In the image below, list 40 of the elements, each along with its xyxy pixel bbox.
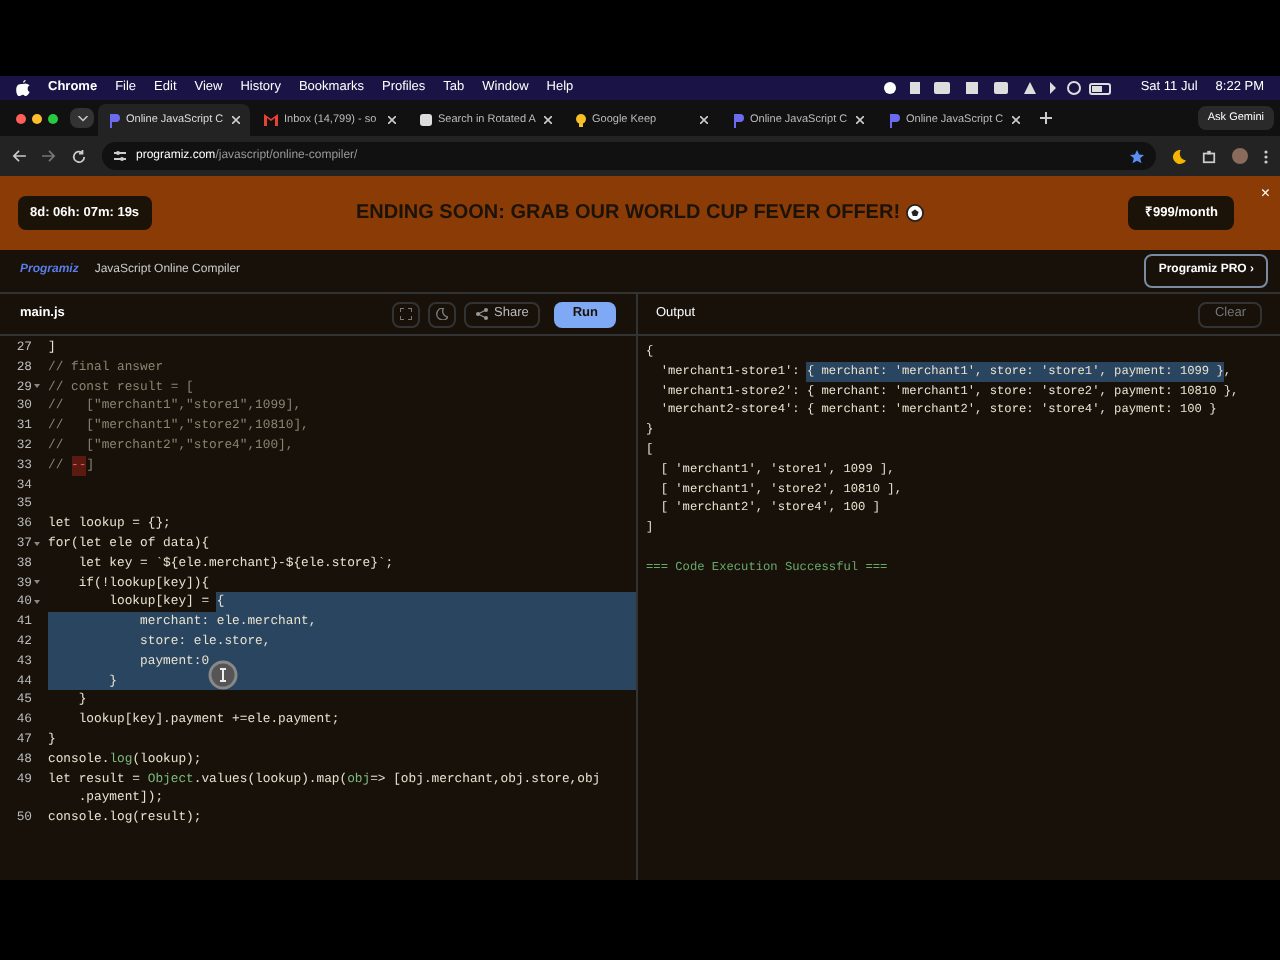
share-icon (476, 308, 488, 320)
star-icon[interactable] (1130, 149, 1144, 163)
reload-icon[interactable] (72, 149, 86, 163)
close-tab-icon[interactable] (1012, 116, 1020, 124)
zoom-window-icon[interactable] (48, 113, 58, 123)
tab-favicon-icon (420, 114, 432, 126)
theme-button[interactable] (428, 301, 456, 327)
extensions-icon[interactable] (1202, 149, 1216, 163)
new-tab-icon[interactable] (1040, 112, 1052, 124)
minimize-window-icon[interactable] (32, 113, 42, 123)
tab-favicon-icon (888, 113, 900, 127)
lightbulb-icon (576, 113, 586, 127)
tab-favicon-icon (108, 113, 120, 127)
close-tab-icon[interactable] (388, 116, 396, 124)
envelope-icon (264, 114, 278, 126)
offer-headline: ENDING SOON: GRAB OUR WORLD CUP FEVER OFFER! (355, 200, 901, 228)
close-tab-icon[interactable] (232, 116, 240, 124)
close-tab-icon[interactable] (700, 116, 708, 124)
avatar-icon[interactable] (1232, 148, 1248, 164)
fold-icon[interactable] (34, 580, 40, 585)
tab-favicon-icon (732, 113, 744, 127)
close-button[interactable]: × (1260, 186, 1270, 202)
close-window-icon[interactable] (16, 113, 26, 123)
apple-icon[interactable] (16, 80, 30, 96)
tab-search-button[interactable] (70, 108, 94, 128)
fold-icon[interactable] (34, 600, 40, 605)
soccer-ball-icon (906, 204, 925, 222)
close-tab-icon[interactable] (856, 116, 864, 124)
site-settings-icon (114, 150, 126, 162)
fullscreen-button[interactable] (392, 301, 420, 327)
chevron-down-icon (77, 115, 87, 121)
moon-icon[interactable] (1172, 149, 1186, 163)
expand-icon (400, 308, 412, 320)
close-tab-icon[interactable] (544, 116, 552, 124)
fold-icon[interactable] (34, 384, 40, 389)
forward-icon[interactable] (42, 150, 56, 162)
back-icon[interactable] (12, 150, 26, 162)
fold-icon[interactable] (34, 541, 40, 546)
text-cursor-icon (208, 660, 238, 690)
moon-icon (436, 308, 448, 320)
